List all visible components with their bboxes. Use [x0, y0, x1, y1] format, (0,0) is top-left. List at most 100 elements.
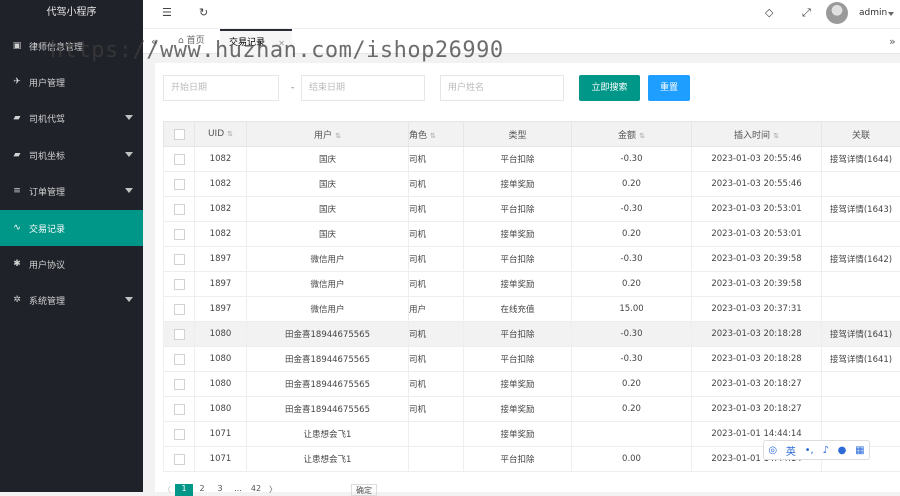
end-date-input[interactable]: 结束日期 — [301, 75, 425, 101]
cell-link[interactable]: 接驾详情(1641) — [822, 322, 900, 347]
col-amount[interactable]: 金额⇅ — [572, 122, 692, 147]
row-select-cell[interactable] — [164, 247, 195, 272]
row-checkbox[interactable] — [174, 304, 185, 315]
start-date-input[interactable]: 开始日期 — [163, 75, 279, 101]
sidebar-item-label: 司机代驾 — [29, 112, 65, 125]
table-row[interactable]: 1082国庆司机接单奖励0.202023-01-03 20:53:01 — [164, 222, 900, 247]
sidebar: 代驾小程序 ▣ 律师信息管理 ✈ 用户管理 ▰ 司机代驾 ▰ 司机坐标 ≡ 订单… — [0, 0, 143, 492]
select-all-checkbox[interactable] — [174, 129, 185, 140]
user-icon[interactable]: ● — [838, 445, 847, 456]
col-role[interactable]: 角色⇅ — [409, 122, 464, 147]
ime-punct-icon[interactable]: •, — [805, 445, 814, 456]
tab-home[interactable]: ⌂ 首页 — [178, 29, 205, 54]
row-checkbox[interactable] — [174, 329, 185, 340]
col-time[interactable]: 插入时间⇅ — [692, 122, 822, 147]
sidebar-item-transactions[interactable]: ∿ 交易记录 — [0, 210, 143, 246]
col-user[interactable]: 用户⇅ — [247, 122, 409, 147]
page-last[interactable]: 42 — [247, 484, 265, 496]
sort-icon[interactable]: ⇅ — [430, 132, 436, 140]
sort-icon[interactable]: ⇅ — [773, 132, 779, 140]
cell-link[interactable]: 接驾详情(1644) — [822, 147, 900, 172]
table-row[interactable]: 1080田金喜18944675565司机平台扣除-0.302023-01-03 … — [164, 322, 900, 347]
cell-type: 接单奖励 — [464, 272, 572, 297]
grid-icon[interactable]: ▦ — [855, 445, 864, 456]
avatar[interactable] — [826, 2, 848, 24]
page-3[interactable]: 3 — [211, 484, 229, 496]
row-checkbox[interactable] — [174, 404, 185, 415]
tabs-left-icon[interactable]: « — [151, 29, 158, 54]
table-row[interactable]: 1080田金喜18944675565司机接单奖励0.202023-01-03 2… — [164, 397, 900, 422]
table-row[interactable]: 1082国庆司机平台扣除-0.302023-01-03 20:55:46接驾详情… — [164, 147, 900, 172]
reset-button[interactable]: 重置 — [648, 75, 690, 101]
go-button[interactable]: 确定 — [351, 484, 377, 496]
sort-icon[interactable]: ⇅ — [639, 132, 645, 140]
row-checkbox[interactable] — [174, 279, 185, 290]
tag-icon[interactable]: ◇ — [765, 6, 773, 19]
table-row[interactable]: 1897微信用户司机接单奖励0.202023-01-03 20:39:58 — [164, 272, 900, 297]
prev-page-icon[interactable]: 〈 — [163, 484, 175, 496]
ime-logo-icon[interactable]: ◎ — [768, 445, 777, 456]
row-select-cell[interactable] — [164, 347, 195, 372]
ime-lang[interactable]: 英 — [786, 443, 796, 458]
row-checkbox[interactable] — [174, 229, 185, 240]
row-select-cell[interactable] — [164, 372, 195, 397]
microphone-icon[interactable]: ♪ — [822, 445, 828, 456]
table-row[interactable]: 1897微信用户司机平台扣除-0.302023-01-03 20:39:58接驾… — [164, 247, 900, 272]
row-select-cell[interactable] — [164, 197, 195, 222]
col-uid[interactable]: UID⇅ — [195, 122, 247, 147]
row-select-cell[interactable] — [164, 222, 195, 247]
tabs-right-icon[interactable]: » — [889, 29, 896, 54]
sidebar-item-driver-coords[interactable]: ▰ 司机坐标 — [0, 137, 143, 173]
row-select-cell[interactable] — [164, 172, 195, 197]
refresh-icon[interactable]: ↻ — [199, 6, 208, 19]
next-page-icon[interactable]: 〉 — [265, 484, 281, 496]
table-row[interactable]: 1082国庆司机平台扣除-0.302023-01-03 20:53:01接驾详情… — [164, 197, 900, 222]
row-select-cell[interactable] — [164, 272, 195, 297]
sort-icon[interactable]: ⇅ — [335, 132, 341, 140]
select-all-cell[interactable] — [164, 122, 195, 147]
row-select-cell[interactable] — [164, 297, 195, 322]
cell-link[interactable]: 接驾详情(1643) — [822, 197, 900, 222]
ime-toolbar[interactable]: ◎ 英 •, ♪ ● ▦ — [763, 440, 870, 460]
row-checkbox[interactable] — [174, 154, 185, 165]
sidebar-item-orders[interactable]: ≡ 订单管理 — [0, 173, 143, 209]
sidebar-item-agreement[interactable]: ✱ 用户协议 — [0, 246, 143, 282]
row-checkbox[interactable] — [174, 354, 185, 365]
menu-toggle-icon[interactable]: ☰ — [162, 6, 172, 19]
sidebar-item-system[interactable]: ✲ 系统管理 — [0, 282, 143, 318]
search-button[interactable]: 立即搜索 — [579, 75, 640, 101]
close-icon[interactable]: ✕ — [278, 31, 285, 56]
row-checkbox[interactable] — [174, 454, 185, 465]
row-checkbox[interactable] — [174, 179, 185, 190]
page-1[interactable]: 1 — [175, 484, 193, 496]
row-checkbox[interactable] — [174, 204, 185, 215]
row-select-cell[interactable] — [164, 322, 195, 347]
cell-role: 司机 — [409, 172, 464, 197]
sort-icon[interactable]: ⇅ — [227, 130, 233, 138]
tab-transactions[interactable]: 交易记录 ✕ — [220, 29, 292, 54]
row-select-cell[interactable] — [164, 397, 195, 422]
table-row[interactable]: 1080田金喜18944675565司机平台扣除-0.302023-01-03 … — [164, 347, 900, 372]
date-separator: - — [291, 83, 294, 93]
sidebar-item-driver[interactable]: ▰ 司机代驾 — [0, 100, 143, 136]
row-select-cell[interactable] — [164, 447, 195, 472]
sidebar-item-users[interactable]: ✈ 用户管理 — [0, 64, 143, 100]
cell-time: 2023-01-03 20:39:58 — [692, 272, 822, 297]
table-row[interactable]: 1082国庆司机接单奖励0.202023-01-03 20:55:46 — [164, 172, 900, 197]
sidebar-item-lawyer[interactable]: ▣ 律师信息管理 — [0, 28, 143, 64]
username-input[interactable]: 用户姓名 — [440, 75, 564, 101]
caret-down-icon[interactable] — [888, 12, 894, 16]
cell-type: 平台扣除 — [464, 322, 572, 347]
table-row[interactable]: 1897微信用户用户在线充值15.002023-01-03 20:37:31 — [164, 297, 900, 322]
fullscreen-icon[interactable]: ⤢ — [802, 6, 811, 20]
row-select-cell[interactable] — [164, 147, 195, 172]
table-row[interactable]: 1080田金喜18944675565司机接单奖励0.202023-01-03 2… — [164, 372, 900, 397]
cell-link[interactable]: 接驾详情(1641) — [822, 347, 900, 372]
username[interactable]: admin — [859, 8, 887, 18]
row-checkbox[interactable] — [174, 429, 185, 440]
row-checkbox[interactable] — [174, 254, 185, 265]
row-checkbox[interactable] — [174, 379, 185, 390]
cell-link[interactable]: 接驾详情(1642) — [822, 247, 900, 272]
row-select-cell[interactable] — [164, 422, 195, 447]
page-2[interactable]: 2 — [193, 484, 211, 496]
